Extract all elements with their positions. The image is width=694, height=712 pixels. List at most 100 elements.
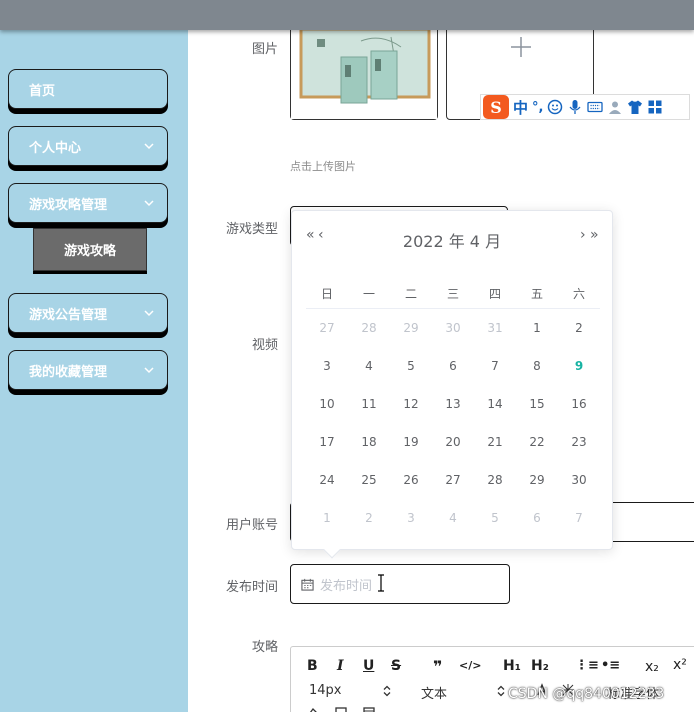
blockquote-button[interactable]: ❞ xyxy=(433,657,442,676)
rich-text-editor[interactable]: B I U S ❞ </> H₁ H₂ ⋮≡ •≡ x₂ x² 14px 文本 … xyxy=(290,646,694,712)
sidebar-item-label: 游戏公告管理 xyxy=(29,307,108,323)
superscript-button[interactable]: x² xyxy=(673,657,687,673)
day-cell[interactable]: 13 xyxy=(432,389,474,419)
day-cell[interactable]: 26 xyxy=(390,465,432,495)
select-arrows-icon xyxy=(383,685,391,697)
sogou-logo-icon[interactable]: S xyxy=(483,95,509,119)
sidebar-item-game-strategy-management[interactable]: 游戏攻略管理 xyxy=(8,183,168,223)
underline-button[interactable]: U xyxy=(363,658,374,674)
day-cell[interactable]: 22 xyxy=(516,427,558,457)
game-type-label: 游戏类型 xyxy=(225,222,278,237)
clean-format-icon[interactable] xyxy=(305,707,317,712)
calendar-icon xyxy=(301,578,314,591)
font-size-select[interactable]: 14px xyxy=(309,683,342,698)
csdn-watermark: CSDN @qq840012233 xyxy=(508,686,665,702)
sidebar-item-my-favorites-management[interactable]: 我的收藏管理 xyxy=(8,350,168,390)
day-cell[interactable]: 2 xyxy=(558,313,600,343)
day-cell[interactable]: 19 xyxy=(390,427,432,457)
toolbox-grid-icon[interactable] xyxy=(647,99,663,115)
day-cell[interactable]: 21 xyxy=(474,427,516,457)
picker-year-month[interactable]: 2022 年 4 月 xyxy=(292,228,612,252)
day-cell[interactable]: 7 xyxy=(558,503,600,533)
day-cell[interactable]: 6 xyxy=(516,503,558,533)
weekday-label: 一 xyxy=(362,287,375,301)
day-cell[interactable]: 28 xyxy=(348,313,390,343)
weekday-header-row: 日 一 二 三 四 五 六 xyxy=(306,279,600,309)
day-cell[interactable]: 2 xyxy=(348,503,390,533)
day-cell[interactable]: 12 xyxy=(390,389,432,419)
emoji-icon[interactable] xyxy=(547,99,563,115)
day-cell[interactable]: 20 xyxy=(432,427,474,457)
day-cell[interactable]: 6 xyxy=(432,351,474,381)
bullet-list-button[interactable]: •≡ xyxy=(601,658,620,673)
sidebar: 首页 个人中心 游戏攻略管理 游戏攻略 游戏公告管理 我的收藏管理 xyxy=(0,30,188,712)
day-cell[interactable]: 17 xyxy=(306,427,348,457)
day-cell[interactable]: 4 xyxy=(348,351,390,381)
publish-time-input[interactable]: 发布时间 xyxy=(290,564,510,604)
weekday-label: 四 xyxy=(488,287,501,301)
image-label: 图片 xyxy=(251,42,278,57)
user-icon[interactable] xyxy=(607,99,623,115)
sidebar-subitem-game-strategy[interactable]: 游戏攻略 xyxy=(33,228,147,271)
day-cell[interactable]: 1 xyxy=(306,503,348,533)
day-cell[interactable]: 11 xyxy=(348,389,390,419)
day-cell[interactable]: 7 xyxy=(474,351,516,381)
day-cell[interactable]: 23 xyxy=(558,427,600,457)
skin-shirt-icon[interactable] xyxy=(627,99,643,115)
day-cell[interactable]: 29 xyxy=(516,465,558,495)
ime-mode-toggle[interactable]: 中 xyxy=(513,97,528,118)
subscript-button[interactable]: x₂ xyxy=(645,659,659,675)
plus-icon xyxy=(511,37,531,57)
bold-button[interactable]: B xyxy=(307,658,318,674)
chevron-down-icon xyxy=(144,367,154,374)
tea-box-image xyxy=(291,21,437,119)
image-insert-icon[interactable] xyxy=(363,707,375,712)
day-cell[interactable]: 8 xyxy=(516,351,558,381)
day-cell[interactable]: 16 xyxy=(558,389,600,419)
sidebar-item-game-announcement-management[interactable]: 游戏公告管理 xyxy=(8,293,168,333)
ordered-list-button[interactable]: ⋮≡ xyxy=(575,658,599,673)
chevron-down-icon xyxy=(144,310,154,317)
italic-button[interactable]: I xyxy=(337,658,344,674)
ime-toolbar[interactable]: S 中 °, xyxy=(480,94,690,120)
day-cell[interactable]: 15 xyxy=(516,389,558,419)
weekday-label: 日 xyxy=(320,287,333,301)
microphone-icon[interactable] xyxy=(567,99,583,115)
day-cell[interactable]: 27 xyxy=(432,465,474,495)
next-year-button[interactable]: » xyxy=(590,227,598,243)
day-cell[interactable]: 3 xyxy=(306,351,348,381)
weekday-label: 六 xyxy=(572,287,585,301)
sidebar-item-home[interactable]: 首页 xyxy=(8,69,168,109)
text-style-select[interactable]: 文本 xyxy=(421,683,447,702)
day-cell[interactable]: 27 xyxy=(306,313,348,343)
heading-2-button[interactable]: H₂ xyxy=(531,658,549,674)
day-cell[interactable]: 28 xyxy=(474,465,516,495)
day-cell[interactable]: 31 xyxy=(474,313,516,343)
day-cell[interactable]: 25 xyxy=(348,465,390,495)
day-cell[interactable]: 24 xyxy=(306,465,348,495)
sidebar-item-personal-center[interactable]: 个人中心 xyxy=(8,126,168,166)
day-cell[interactable]: 30 xyxy=(432,313,474,343)
day-cell[interactable]: 5 xyxy=(474,503,516,533)
week-row: 27 28 29 30 31 1 2 xyxy=(306,313,600,343)
strike-button[interactable]: S xyxy=(391,658,401,674)
day-cell[interactable]: 1 xyxy=(516,313,558,343)
ime-punct-toggle[interactable]: °, xyxy=(532,100,543,115)
code-block-button[interactable]: </> xyxy=(459,659,481,672)
day-cell[interactable]: 10 xyxy=(306,389,348,419)
publish-time-placeholder: 发布时间 xyxy=(320,578,373,594)
day-cell[interactable]: 14 xyxy=(474,389,516,419)
sidebar-item-label: 首页 xyxy=(29,83,56,99)
keyboard-icon[interactable] xyxy=(587,99,604,115)
day-cell[interactable]: 29 xyxy=(390,313,432,343)
link-icon[interactable] xyxy=(335,707,347,712)
day-cell[interactable]: 30 xyxy=(558,465,600,495)
heading-1-button[interactable]: H₁ xyxy=(503,658,521,674)
day-cell-today[interactable]: 9 xyxy=(558,351,600,381)
day-cell[interactable]: 18 xyxy=(348,427,390,457)
uploaded-image-thumbnail[interactable] xyxy=(290,20,438,120)
next-month-button[interactable]: › xyxy=(580,227,585,243)
day-cell[interactable]: 5 xyxy=(390,351,432,381)
day-cell[interactable]: 3 xyxy=(390,503,432,533)
day-cell[interactable]: 4 xyxy=(432,503,474,533)
